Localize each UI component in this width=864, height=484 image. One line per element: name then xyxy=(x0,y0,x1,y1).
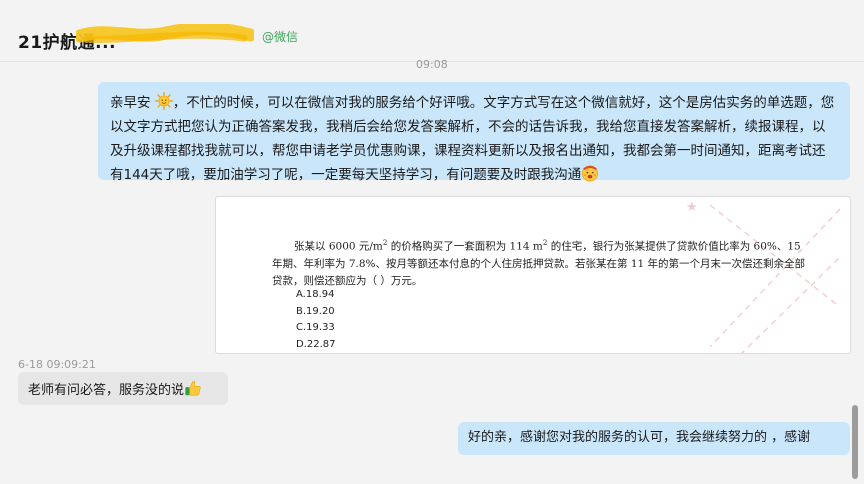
answer-options: A.18.94 B.19.20 C.19.33 D.22.87 xyxy=(296,287,336,353)
message-text: 老师有问必答，服务没的说 xyxy=(28,383,185,398)
message-timestamp: 09:08 xyxy=(416,58,448,71)
question-text: 张某以 6000 元/m xyxy=(294,240,383,253)
message-bubble-sent[interactable]: 好的亲，感谢您对我的服务的认可，我会继续努力的 ，感谢 xyxy=(458,422,850,455)
option-b: B.19.20 xyxy=(296,305,335,317)
hot-face-emoji-icon xyxy=(582,165,599,182)
question-stem: 张某以 6000 元/m2 的价格购买了一套面积为 114 m2 的住宅，银行为… xyxy=(272,235,812,290)
message-text: 亲早安 xyxy=(110,95,151,111)
chat-scrollbar[interactable] xyxy=(852,405,858,479)
thumbs-up-emoji-icon xyxy=(185,380,201,396)
option-d: D.22.87 xyxy=(296,338,336,350)
chat-header: 21护航通... @微信 xyxy=(0,0,864,62)
message-timestamp: 6-18 09:09:21 xyxy=(18,358,96,371)
message-text: ，不忙的时候，可以在微信对我的服务给个好评哦。文字方式写在这个微信就好，这个是房… xyxy=(110,95,835,183)
message-bubble-sent[interactable]: 亲早安 ，不忙的时候，可以在微信对我的服务给个好评哦。文字方式写在这个微信就好，… xyxy=(98,82,850,183)
wechat-source-tag: @微信 xyxy=(262,30,299,44)
redaction-mark xyxy=(76,24,254,43)
option-a: A.18.94 xyxy=(296,289,335,300)
question-text: 的价格购买了一套面积为 114 m xyxy=(387,240,543,253)
question-image[interactable]: ★ 张某以 6000 元/m2 的价格购买了一套面积为 114 m2 的住宅，银… xyxy=(215,196,851,354)
message-text: 好的亲，感谢您对我的服务的认可，我会继续努力的 ，感谢 xyxy=(468,430,811,445)
svg-text:★: ★ xyxy=(686,200,698,215)
sun-emoji-icon xyxy=(154,92,173,110)
message-bubble-received[interactable]: 老师有问必答，服务没的说 xyxy=(18,372,228,405)
option-c: C.19.33 xyxy=(296,322,335,333)
